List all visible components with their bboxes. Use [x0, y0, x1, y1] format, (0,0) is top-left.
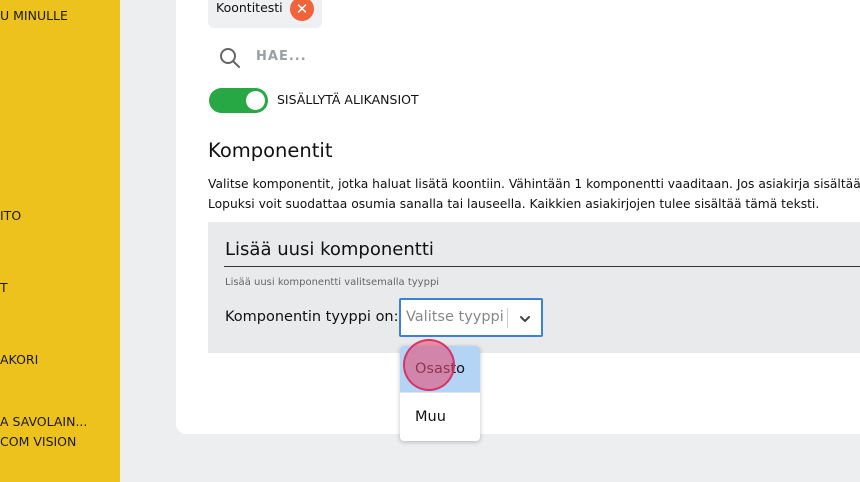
component-type-select[interactable]: Valitse tyyppi: [399, 298, 543, 337]
search-input[interactable]: HAE...: [256, 49, 307, 64]
sidebar-item-t[interactable]: T: [0, 278, 8, 298]
component-type-label: Komponentin tyyppi on:: [225, 309, 399, 325]
content-card: [176, 0, 860, 434]
section-description: Valitse komponentit, jotka haluat lisätä…: [208, 174, 860, 214]
filter-tag-label: Koontitesti: [216, 0, 283, 15]
description-line-1: Valitse komponentit, jotka haluat lisätä…: [208, 177, 860, 191]
section-title: Komponentit: [208, 139, 333, 162]
include-subfolders-toggle[interactable]: [209, 88, 268, 113]
option-muu[interactable]: Muu: [400, 392, 480, 440]
option-label: Muu: [415, 409, 446, 425]
select-placeholder: Valitse tyyppi: [406, 309, 504, 325]
option-osasto[interactable]: Osasto: [400, 346, 480, 392]
sidebar-item-com-vision[interactable]: COM VISION: [0, 432, 76, 452]
sidebar-item-akori[interactable]: AKORI: [0, 350, 38, 370]
search-icon[interactable]: [218, 46, 242, 70]
chevron-down-icon[interactable]: [518, 312, 532, 326]
sidebar-item-for-me[interactable]: U MINULLE: [0, 6, 68, 26]
add-component-title: Lisää uusi komponentti: [225, 239, 434, 260]
sidebar: U MINULLE ITO T AKORI A SAVOLAIN... COM …: [0, 0, 120, 482]
option-label: Osasto: [415, 361, 465, 377]
add-component-hint: Lisää uusi komponentti valitsemalla tyyp…: [225, 277, 440, 288]
component-type-dropdown: Osasto Muu: [400, 346, 480, 441]
description-line-2: Lopuksi voit suodattaa osumia sanalla ta…: [208, 197, 820, 211]
sidebar-item-ito[interactable]: ITO: [0, 206, 21, 226]
toggle-knob: [246, 91, 265, 110]
include-subfolders-label: SISÄLLYTÄ ALIKANSIOT: [277, 92, 419, 107]
sidebar-item-savolainen[interactable]: A SAVOLAIN...: [0, 412, 87, 432]
select-separator: [507, 308, 508, 328]
divider: [224, 266, 860, 267]
